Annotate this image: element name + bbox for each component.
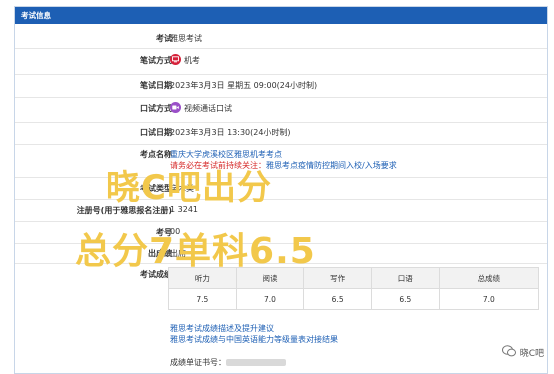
- divider: [15, 122, 547, 123]
- computer-icon: [170, 54, 181, 65]
- video-call-icon: [170, 102, 181, 113]
- wechat-icon: [501, 345, 516, 360]
- watermark-line-1: 晓C吧出分: [106, 168, 272, 208]
- score-writing: 6.5: [303, 288, 372, 310]
- cefr-mapping-link[interactable]: 雅思考试成绩与中国英语能力等级量表对接结果: [170, 334, 338, 345]
- center-name-link[interactable]: 重庆大学虎溪校区雅思机考考点: [170, 149, 282, 160]
- written-date-label: 笔试日期: [140, 81, 172, 90]
- score-table-row: 7.5 7.0 6.5 6.5 7.0: [168, 288, 540, 310]
- exam-info-panel: 考试信息 考试 雅思考试 笔试方式 机考 笔试日期 2023年3月3日 星期五 …: [14, 6, 548, 374]
- report-number: 成绩单证书号：: [170, 357, 286, 368]
- written-date-value: 2023年3月3日 星期五 09:00(24小时制): [170, 81, 318, 90]
- divider: [15, 177, 547, 178]
- written-mode-value: 机考: [184, 56, 200, 65]
- written-mode-label: 笔试方式: [140, 56, 172, 65]
- speaking-mode-value: 视频通话口试: [184, 104, 232, 113]
- center-label: 考点名称: [140, 150, 172, 159]
- score-description-link[interactable]: 雅思考试成绩描述及提升建议: [170, 323, 274, 334]
- speaking-date-value: 2023年3月3日 13:30(24小时制): [170, 128, 291, 137]
- speaking-mode-value-wrap: 视频通话口试: [170, 102, 232, 114]
- speaking-mode-label: 口试方式: [140, 104, 172, 113]
- speaking-date-label: 口试日期: [140, 128, 172, 137]
- divider: [15, 199, 547, 200]
- wechat-account-name: 晓C吧: [519, 349, 544, 359]
- score-overall: 7.0: [438, 288, 540, 310]
- score-reading: 7.0: [235, 288, 305, 310]
- center-requirements-link[interactable]: 雅思考点疫情防控期间入校/入场要求: [266, 161, 397, 170]
- score-header-speaking: 口语: [370, 267, 440, 289]
- watermark-line-2: 总分7单科6.5: [75, 231, 316, 272]
- wechat-account-badge: 晓C吧: [501, 345, 544, 360]
- divider: [15, 74, 547, 75]
- score-listening: 7.5: [168, 288, 237, 310]
- divider: [15, 144, 547, 145]
- panel-title: 考试信息: [15, 7, 547, 24]
- divider: [15, 97, 547, 98]
- report-number-label: 成绩单证书号：: [170, 358, 226, 367]
- score-header-overall: 总成绩: [438, 267, 540, 289]
- written-mode-value-wrap: 机考: [170, 54, 200, 66]
- exam-value: 雅思考试: [170, 34, 202, 43]
- divider: [15, 48, 547, 49]
- score-speaking: 6.5: [370, 288, 440, 310]
- redacted-value: [226, 359, 286, 366]
